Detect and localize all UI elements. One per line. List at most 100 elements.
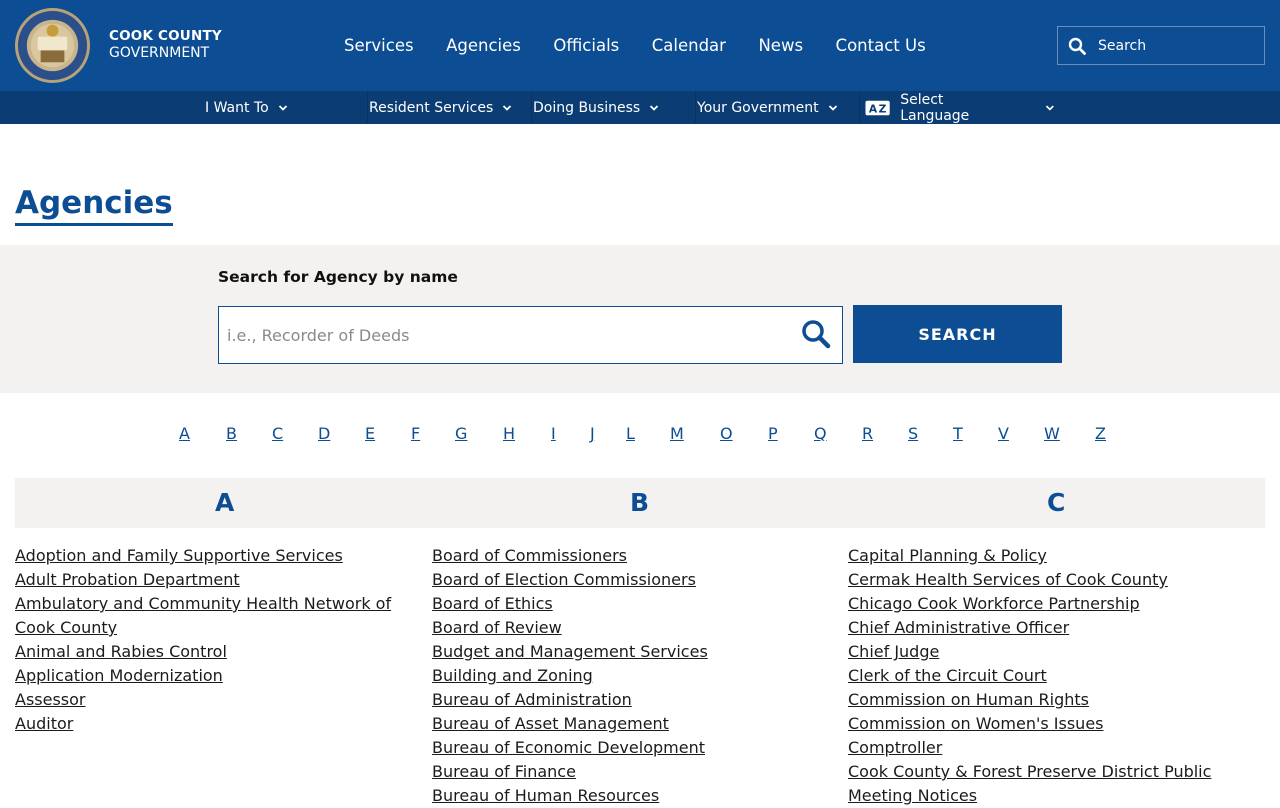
agency-link[interactable]: Clerk of the Circuit Court xyxy=(848,666,1047,685)
chevron-down-icon xyxy=(1046,104,1055,111)
agency-link[interactable]: Building and Zoning xyxy=(432,666,593,685)
agency-link[interactable]: Adult Probation Department xyxy=(15,570,240,589)
list-item: Bureau of Economic Development xyxy=(432,736,837,760)
list-item: Comptroller xyxy=(848,736,1268,760)
agency-list-c: Capital Planning & Policy Cermak Health … xyxy=(848,544,1268,808)
subnav-doing-business[interactable]: Doing Business xyxy=(533,91,659,124)
list-item: Commission on Women's Issues xyxy=(848,712,1268,736)
agency-link[interactable]: Board of Commissioners xyxy=(432,546,627,565)
alpha-link-h[interactable]: H xyxy=(503,423,515,445)
subnav-your-government[interactable]: Your Government xyxy=(697,91,838,124)
agency-link[interactable]: Chief Administrative Officer xyxy=(848,618,1069,637)
list-item: Adult Probation Department xyxy=(15,568,420,592)
alpha-link-o[interactable]: O xyxy=(720,423,733,445)
alpha-link-e[interactable]: E xyxy=(365,423,375,445)
nav-officials[interactable]: Officials xyxy=(553,35,619,57)
alpha-link-q[interactable]: Q xyxy=(814,423,827,445)
nav-agencies[interactable]: Agencies xyxy=(446,35,521,57)
alpha-link-v[interactable]: V xyxy=(998,423,1009,445)
agency-link[interactable]: Bureau of Asset Management xyxy=(432,714,669,733)
alpha-link-p[interactable]: P xyxy=(768,423,778,445)
alpha-link-f[interactable]: F xyxy=(411,423,420,445)
agency-link[interactable]: Bureau of Administration xyxy=(432,690,632,709)
subnav-label: Your Government xyxy=(697,99,819,116)
divider xyxy=(531,91,532,124)
alpha-link-i[interactable]: I xyxy=(551,423,556,445)
brand-line-1: COOK COUNTY xyxy=(109,28,222,44)
list-item: Clerk of the Circuit Court xyxy=(848,664,1268,688)
agency-link[interactable]: Application Modernization xyxy=(15,666,223,685)
agency-link[interactable]: Adoption and Family Supportive Services xyxy=(15,546,343,565)
agency-link[interactable]: Auditor xyxy=(15,714,73,733)
divider xyxy=(859,91,860,124)
alpha-link-m[interactable]: M xyxy=(670,423,684,445)
search-icon[interactable] xyxy=(1068,37,1086,55)
svg-text:A: A xyxy=(869,102,878,115)
agency-link[interactable]: Bureau of Finance xyxy=(432,762,576,781)
list-item: Board of Commissioners xyxy=(432,544,837,568)
alpha-link-s[interactable]: S xyxy=(908,423,918,445)
subnav-i-want-to[interactable]: I Want To xyxy=(205,91,288,124)
nav-contact-us[interactable]: Contact Us xyxy=(836,35,926,57)
list-item: Bureau of Asset Management xyxy=(432,712,837,736)
agency-link[interactable]: Chief Judge xyxy=(848,642,939,661)
agency-link[interactable]: Commission on Women's Issues xyxy=(848,714,1104,733)
alpha-link-w[interactable]: W xyxy=(1044,423,1060,445)
nav-news[interactable]: News xyxy=(758,35,803,57)
agency-link[interactable]: Budget and Management Services xyxy=(432,642,708,661)
agency-link[interactable]: Board of Ethics xyxy=(432,594,553,613)
list-item: Auditor xyxy=(15,712,420,736)
agency-link[interactable]: Cermak Health Services of Cook County xyxy=(848,570,1168,589)
divider xyxy=(695,91,696,124)
list-item: Assessor xyxy=(15,688,420,712)
alpha-link-l[interactable]: L xyxy=(626,423,635,445)
letter-heading-c: C xyxy=(1047,488,1066,517)
subnav-label: Resident Services xyxy=(369,99,494,116)
alpha-link-c[interactable]: C xyxy=(272,423,283,445)
alpha-link-g[interactable]: G xyxy=(455,423,467,445)
county-seal-logo[interactable] xyxy=(14,7,91,84)
magnifier-icon[interactable] xyxy=(801,319,831,349)
agency-link[interactable]: Bureau of Economic Development xyxy=(432,738,705,757)
agency-link[interactable]: Commission on Human Rights xyxy=(848,690,1089,709)
secondary-nav: I Want To Resident Services Doing Busine… xyxy=(0,91,1280,124)
agency-search-button[interactable]: SEARCH xyxy=(853,305,1062,363)
site-search xyxy=(1057,26,1265,65)
alpha-link-a[interactable]: A xyxy=(179,423,190,445)
agency-search-input[interactable] xyxy=(227,307,787,363)
alpha-link-t[interactable]: T xyxy=(953,423,963,445)
agency-link[interactable]: Board of Review xyxy=(432,618,562,637)
agency-link[interactable]: Capital Planning & Policy xyxy=(848,546,1047,565)
agency-link[interactable]: Assessor xyxy=(15,690,86,709)
agency-link[interactable]: Bureau of Human Resources xyxy=(432,786,659,805)
agency-link[interactable]: Cook County & Forest Preserve District P… xyxy=(848,762,1211,805)
chevron-down-icon xyxy=(650,104,659,111)
alpha-link-d[interactable]: D xyxy=(318,423,330,445)
alpha-link-r[interactable]: R xyxy=(862,423,873,445)
list-item: Board of Review xyxy=(432,616,837,640)
translate-icon: A Z xyxy=(865,100,890,115)
page-title: Agencies xyxy=(15,183,173,226)
list-item: Building and Zoning xyxy=(432,664,837,688)
agency-link[interactable]: Board of Election Commissioners xyxy=(432,570,696,589)
list-item: Cermak Health Services of Cook County xyxy=(848,568,1268,592)
alpha-link-j[interactable]: J xyxy=(590,423,595,445)
brand-name[interactable]: COOK COUNTY GOVERNMENT xyxy=(109,28,222,62)
list-item: Board of Election Commissioners xyxy=(432,568,837,592)
language-select[interactable]: A Z Select Language xyxy=(865,91,1055,124)
alpha-link-z[interactable]: Z xyxy=(1095,423,1106,445)
alpha-link-b[interactable]: B xyxy=(226,423,237,445)
agency-link[interactable]: Chicago Cook Workforce Partnership xyxy=(848,594,1140,613)
subnav-resident-services[interactable]: Resident Services xyxy=(369,91,512,124)
nav-calendar[interactable]: Calendar xyxy=(652,35,726,57)
brand-line-2: GOVERNMENT xyxy=(109,45,210,61)
agency-link[interactable]: Comptroller xyxy=(848,738,942,757)
agency-link[interactable]: Ambulatory and Community Health Network … xyxy=(15,594,391,637)
nav-services[interactable]: Services xyxy=(344,35,414,57)
list-item: Chief Judge xyxy=(848,640,1268,664)
list-item: Budget and Management Services xyxy=(432,640,837,664)
subnav-label: Doing Business xyxy=(533,99,641,116)
agency-link[interactable]: Animal and Rabies Control xyxy=(15,642,227,661)
site-search-input[interactable] xyxy=(1098,27,1258,64)
letter-heading-a: A xyxy=(215,488,235,517)
